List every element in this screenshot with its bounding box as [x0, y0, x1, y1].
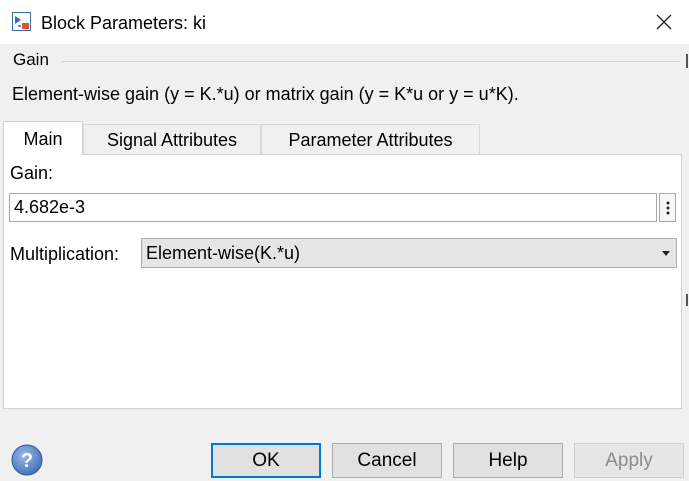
window-title: Block Parameters: ki [41, 13, 207, 33]
apply-button[interactable]: Apply [574, 443, 684, 478]
multiplication-value: Element-wise(K.*u) [146, 243, 301, 263]
gain-input[interactable] [9, 193, 657, 222]
tab-label: Parameter Attributes [288, 130, 453, 150]
tab-main[interactable]: Main [3, 121, 83, 155]
title-bar: Block Parameters: ki [0, 0, 689, 44]
help-icon[interactable]: ? [11, 444, 43, 476]
tab-signal-attributes[interactable]: Signal Attributes [83, 124, 261, 154]
block-description: Element-wise gain (y = K.*u) or matrix g… [12, 84, 519, 104]
gain-label: Gain: [10, 163, 54, 183]
group-divider [62, 61, 680, 62]
tab-label: Signal Attributes [106, 130, 238, 150]
tab-parameter-attributes[interactable]: Parameter Attributes [261, 124, 480, 154]
more-options-button[interactable] [659, 193, 676, 222]
tab-label: Main [23, 129, 63, 149]
simulink-block-icon [12, 12, 31, 31]
help-button[interactable]: Help [453, 443, 563, 478]
vertical-ellipsis-icon [666, 201, 669, 214]
dropdown-caret-icon [662, 251, 670, 256]
multiplication-label: Multiplication: [10, 244, 120, 264]
close-button[interactable] [641, 0, 687, 44]
cancel-button[interactable]: Cancel [332, 443, 442, 478]
window-edge [685, 44, 689, 481]
close-icon [656, 14, 672, 30]
ok-button[interactable]: OK [211, 443, 321, 478]
group-title: Gain [13, 50, 49, 69]
multiplication-select[interactable]: Element-wise(K.*u) [141, 238, 677, 268]
svg-text:?: ? [21, 450, 33, 472]
